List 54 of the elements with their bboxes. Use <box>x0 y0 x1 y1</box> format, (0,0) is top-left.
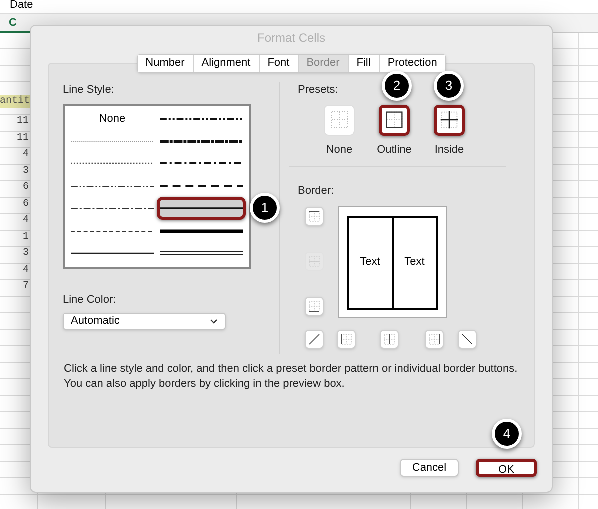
line-sample-icon <box>160 249 243 258</box>
chevron-down-icon <box>210 319 218 324</box>
preview-text: Text <box>404 255 425 270</box>
tab[interactable]: Fill <box>348 55 379 72</box>
right-border-icon <box>427 332 442 346</box>
border-preview[interactable]: Text Text <box>338 206 447 318</box>
table-cell-text: 4 <box>22 214 30 228</box>
bottom-border-icon <box>307 298 322 314</box>
table-cell-text: 11 <box>16 132 30 146</box>
border-button[interactable] <box>305 206 324 226</box>
preset-label: Inside <box>434 142 464 158</box>
preset-label: Outline <box>377 142 412 158</box>
table-cell-text: 6 <box>22 198 30 212</box>
formula-bar-text: Date <box>10 0 34 10</box>
table-cell-text: 3 <box>22 247 30 261</box>
table-cell-text: 3 <box>22 164 30 178</box>
line-color-dropdown[interactable]: Automatic <box>63 313 226 330</box>
diagonal-up-icon <box>307 332 322 346</box>
preview-text: Text <box>360 255 380 270</box>
dialog-button[interactable]: Cancel <box>400 459 459 477</box>
tab[interactable]: Font <box>258 55 298 72</box>
top-border-icon <box>307 208 322 224</box>
table-cell-text: 6 <box>22 181 30 195</box>
table-cell-text: 1 <box>22 230 30 244</box>
border-button[interactable] <box>458 330 477 348</box>
section-label: Border: <box>298 184 334 199</box>
table-cell-text: 7 <box>22 280 30 294</box>
section-label: Presets: <box>298 83 338 98</box>
help-text: Click a line style and color, and then click a preset border pattern or individual border buttons. You can also apply borders by clicking in the preview box. <box>63 362 519 392</box>
table-cell-text: 4 <box>22 264 30 278</box>
tab[interactable]: Protection <box>378 55 446 72</box>
center-border-icon <box>382 332 397 346</box>
dialog-button[interactable]: OK <box>476 459 537 477</box>
header-cell: antit <box>0 95 30 108</box>
preset-button[interactable] <box>379 104 410 136</box>
line-style-option[interactable] <box>157 197 246 220</box>
window-title: Format Cells <box>257 30 326 47</box>
table-cell-text: 4 <box>22 148 30 162</box>
middle-border-icon <box>307 254 322 268</box>
border-button[interactable] <box>305 330 324 348</box>
line-style-option[interactable]: None <box>68 108 157 130</box>
preset-label: None <box>326 142 353 158</box>
tab[interactable]: Alignment <box>192 55 259 72</box>
table-cell-text: 11 <box>16 115 30 129</box>
tab[interactable]: Number <box>138 55 193 72</box>
border-button[interactable] <box>380 330 399 348</box>
section-label: Line Style: <box>63 83 114 98</box>
preset-button[interactable] <box>434 104 465 136</box>
diagonal-down-icon <box>460 332 475 346</box>
left-border-icon <box>339 332 354 346</box>
section-label: Line Color: <box>63 292 116 308</box>
border-button[interactable] <box>305 296 324 316</box>
border-button[interactable] <box>337 330 356 348</box>
border-button[interactable] <box>425 330 444 348</box>
